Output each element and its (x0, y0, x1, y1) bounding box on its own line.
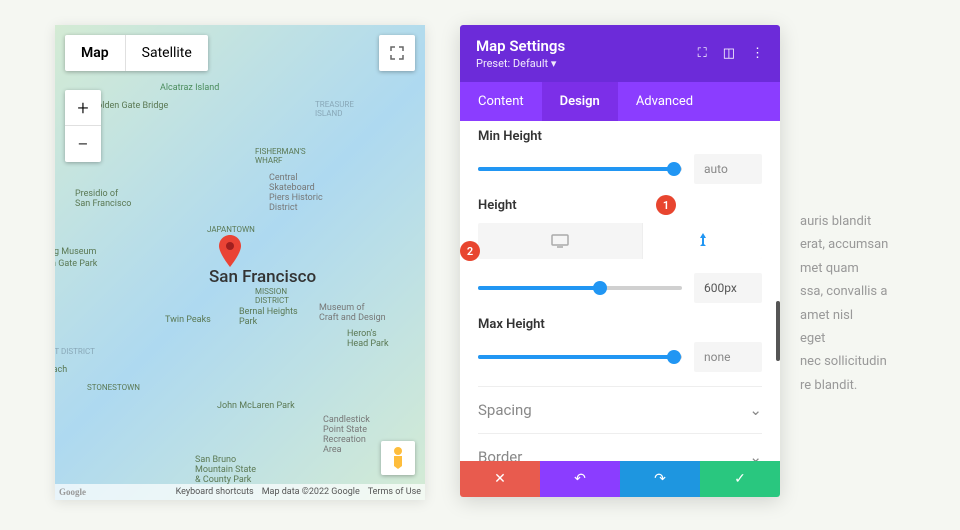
pin-icon (697, 233, 709, 249)
height-slider[interactable] (478, 286, 682, 290)
panel-header: Map Settings Preset: Default ▾ ⛶ ◫ ⋮ (460, 25, 780, 82)
save-button[interactable]: ✓ (700, 461, 780, 497)
chevron-down-icon: ⌄ (749, 401, 762, 419)
fullscreen-button[interactable] (379, 35, 415, 71)
map-marker[interactable] (219, 235, 241, 271)
keyboard-shortcuts-link[interactable]: Keyboard shortcuts (176, 487, 254, 497)
panel-footer: ✕ ↶ ↷ ✓ (460, 461, 780, 497)
settings-panel: Map Settings Preset: Default ▾ ⛶ ◫ ⋮ Con… (460, 25, 780, 497)
background-lorem-text: auris blandit erat, accumsan met quam ss… (800, 210, 940, 397)
terms-link[interactable]: Terms of Use (368, 487, 421, 497)
city-label: San Francisco (209, 267, 316, 287)
border-section[interactable]: Border ⌄ (478, 433, 762, 461)
callout-2: 2 (460, 241, 480, 261)
callout-1: 1 (656, 195, 676, 215)
undo-button[interactable]: ↶ (540, 461, 620, 497)
panel-body: Min Height auto Height (460, 121, 780, 461)
min-height-label: Min Height (478, 129, 762, 144)
zoom-out-button[interactable]: − (65, 126, 101, 162)
close-button[interactable]: ✕ (460, 461, 540, 497)
map-canvas[interactable]: Alcatraz Island TREASURE ISLAND Golden G… (55, 25, 425, 500)
marker-icon (219, 235, 241, 267)
redo-button[interactable]: ↷ (620, 461, 700, 497)
google-logo: Google (59, 487, 86, 497)
height-device-selector (478, 223, 762, 259)
desktop-icon (551, 234, 569, 248)
expand-icon[interactable]: ⛶ (698, 46, 707, 61)
height-label: Height (478, 198, 762, 213)
undo-icon: ↶ (574, 471, 586, 487)
map-tab-satellite[interactable]: Satellite (126, 35, 208, 71)
check-icon: ✓ (734, 471, 746, 487)
responsive-pin-button[interactable] (642, 223, 762, 259)
min-height-slider[interactable] (478, 167, 682, 171)
map-footer: Google Keyboard shortcuts Map data ©2022… (55, 484, 425, 500)
tab-advanced[interactable]: Advanced (618, 82, 711, 121)
max-height-value[interactable]: none (694, 342, 762, 372)
panel-tabs: Content Design Advanced (460, 82, 780, 121)
preset-selector[interactable]: Preset: Default ▾ (476, 57, 565, 70)
zoom-controls: + − (65, 90, 101, 162)
max-height-label: Max Height (478, 317, 762, 332)
panel-title: Map Settings (476, 37, 565, 55)
height-value[interactable]: 600px (694, 273, 762, 303)
streetview-pegman[interactable] (381, 441, 415, 475)
tab-design[interactable]: Design (542, 82, 618, 121)
pegman-icon (389, 446, 407, 470)
fullscreen-icon (390, 46, 404, 60)
redo-icon: ↷ (654, 471, 666, 487)
min-height-value[interactable]: auto (694, 154, 762, 184)
map-type-toggle: Map Satellite (65, 35, 208, 71)
map-tab-map[interactable]: Map (65, 35, 126, 71)
menu-icon[interactable]: ⋮ (751, 46, 764, 61)
drag-icon[interactable]: ◫ (723, 46, 735, 61)
tab-content[interactable]: Content (460, 82, 542, 121)
spacing-section[interactable]: Spacing ⌄ (478, 386, 762, 433)
max-height-slider[interactable] (478, 355, 682, 359)
map-data-label: Map data ©2022 Google (262, 487, 360, 497)
desktop-device-button[interactable] (478, 223, 642, 259)
chevron-down-icon: ⌄ (749, 448, 762, 461)
scrollbar[interactable] (776, 301, 780, 361)
zoom-in-button[interactable]: + (65, 90, 101, 126)
close-icon: ✕ (494, 471, 506, 487)
map-container: Alcatraz Island TREASURE ISLAND Golden G… (55, 25, 425, 500)
